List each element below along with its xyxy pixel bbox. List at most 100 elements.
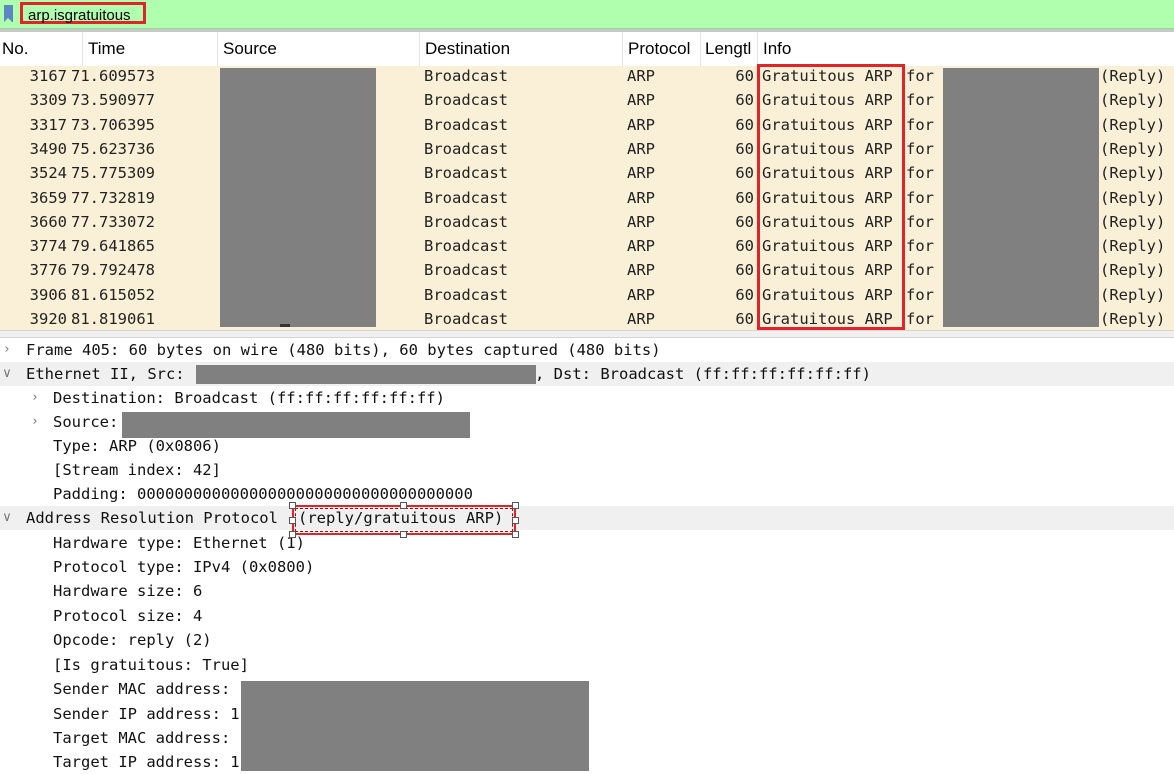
chevron-down-icon[interactable]: ∨	[0, 506, 14, 530]
arp-sender-mac: Sender MAC address:	[53, 680, 231, 698]
column-header-protocol[interactable]: Protocol	[623, 32, 701, 66]
redacted-source-column	[220, 68, 376, 327]
packet-destination: Broadcast	[424, 115, 508, 134]
bookmark-icon[interactable]	[4, 5, 13, 22]
tree-item-arp[interactable]: ∨ Address Resolution Protocol (reply/gra…	[0, 506, 1174, 530]
tree-item-eth-destination[interactable]: › Destination: Broadcast (ff:ff:ff:ff:ff…	[0, 386, 1174, 410]
redacted-eth-source	[122, 412, 470, 438]
arp-hardware-type: Hardware type: Ethernet (1)	[53, 534, 305, 552]
tree-item-proto-size[interactable]: Protocol size: 4	[0, 604, 1174, 628]
tree-item-eth-padding[interactable]: Padding: 0000000000000000000000000000000…	[0, 482, 1174, 506]
resize-handle[interactable]	[289, 531, 296, 538]
gratuitous-arp-highlight-box	[757, 64, 905, 330]
arp-sender-ip: Sender IP address: 1	[53, 705, 240, 723]
packet-protocol: ARP	[627, 285, 655, 304]
chevron-right-icon[interactable]: ›	[28, 386, 42, 410]
packet-protocol: ARP	[627, 188, 655, 207]
chevron-right-icon[interactable]: ›	[28, 410, 42, 434]
packet-protocol: ARP	[627, 139, 655, 158]
arp-protocol-size: Protocol size: 4	[53, 607, 203, 625]
redaction-artifact	[280, 324, 290, 327]
packet-protocol: ARP	[627, 164, 655, 183]
packet-protocol: ARP	[627, 261, 655, 280]
arp-target-mac: Target MAC address:	[53, 729, 231, 747]
packet-info-reply: (Reply)	[1100, 115, 1166, 134]
packet-list-header: No. Time Source Destination Protocol Len…	[0, 32, 1174, 66]
display-filter-input[interactable]: arp.isgratuitous	[20, 2, 146, 24]
column-header-destination[interactable]: Destination	[420, 32, 623, 66]
packet-time: 75.775309	[71, 164, 155, 183]
arp-opcode: Opcode: reply (2)	[53, 631, 212, 649]
packet-time: 77.733072	[71, 212, 155, 231]
packet-info-reply: (Reply)	[1100, 285, 1166, 304]
tree-item-is-gratuitous[interactable]: [Is gratuitous: True]	[0, 653, 1174, 677]
packet-info-for: for	[906, 188, 934, 207]
redacted-arp-addresses	[241, 681, 589, 771]
packet-destination: Broadcast	[424, 188, 508, 207]
column-header-length[interactable]: Lengtl	[701, 32, 758, 66]
tree-item-opcode[interactable]: Opcode: reply (2)	[0, 628, 1174, 652]
packet-time: 79.792478	[71, 261, 155, 280]
column-header-info[interactable]: Info	[758, 32, 1174, 66]
arp-protocol-type: Protocol type: IPv4 (0x0800)	[53, 558, 315, 576]
chevron-right-icon[interactable]: ›	[0, 338, 14, 362]
resize-handle[interactable]	[512, 531, 519, 538]
redacted-info-address	[943, 68, 1099, 327]
packet-info-reply: (Reply)	[1100, 67, 1166, 85]
tree-item-eth-stream[interactable]: [Stream index: 42]	[0, 458, 1174, 482]
tree-item-hw-size[interactable]: Hardware size: 6	[0, 579, 1174, 603]
resize-handle[interactable]	[289, 502, 296, 509]
packet-length: 60	[735, 115, 754, 134]
packet-length: 60	[735, 212, 754, 231]
ethernet-summary-prefix: Ethernet II, Src:	[26, 365, 185, 383]
packet-protocol: ARP	[627, 310, 655, 328]
packet-number: 3490	[29, 139, 67, 158]
packet-length: 60	[735, 188, 754, 207]
resize-handle[interactable]	[512, 502, 519, 509]
packet-number: 3524	[29, 164, 67, 183]
tree-item-ethernet[interactable]: ∨ Ethernet II, Src: , Dst: Broadcast (ff…	[0, 362, 1174, 386]
packet-length: 60	[735, 164, 754, 183]
packet-number: 3776	[29, 261, 67, 280]
resize-handle[interactable]	[289, 517, 296, 524]
column-header-no[interactable]: No.	[0, 32, 83, 66]
packet-protocol: ARP	[627, 115, 655, 134]
packet-info-for: for	[906, 261, 934, 280]
resize-handle[interactable]	[400, 531, 407, 538]
packet-info-for: for	[906, 67, 934, 85]
arp-annotation-highlight[interactable]	[289, 502, 519, 538]
packet-info-reply: (Reply)	[1100, 310, 1166, 328]
packet-info-reply: (Reply)	[1100, 261, 1166, 280]
column-header-time[interactable]: Time	[83, 32, 218, 66]
packet-length: 60	[735, 139, 754, 158]
packet-protocol: ARP	[627, 91, 655, 110]
arp-summary: Address Resolution Protocol	[26, 509, 278, 527]
packet-destination: Broadcast	[424, 91, 508, 110]
packet-destination: Broadcast	[424, 285, 508, 304]
packet-number: 3774	[29, 237, 67, 256]
packet-destination: Broadcast	[424, 261, 508, 280]
resize-handle[interactable]	[400, 502, 407, 509]
tree-item-frame[interactable]: › Frame 405: 60 bytes on wire (480 bits)…	[0, 338, 1174, 362]
resize-handle[interactable]	[512, 517, 519, 524]
chevron-down-icon[interactable]: ∨	[0, 362, 14, 386]
packet-destination: Broadcast	[424, 67, 508, 85]
packet-time: 77.732819	[71, 188, 155, 207]
tree-item-proto-type[interactable]: Protocol type: IPv4 (0x0800)	[0, 555, 1174, 579]
packet-info-reply: (Reply)	[1100, 188, 1166, 207]
packet-length: 60	[735, 237, 754, 256]
annotation-inner-border	[295, 508, 513, 532]
tree-item-hw-type[interactable]: Hardware type: Ethernet (1)	[0, 531, 1174, 555]
packet-info-for: for	[906, 139, 934, 158]
packet-time: 73.706395	[71, 115, 155, 134]
packet-time: 81.615052	[71, 285, 155, 304]
ethernet-summary-suffix: , Dst: Broadcast (ff:ff:ff:ff:ff:ff)	[535, 365, 871, 383]
pane-splitter[interactable]	[0, 330, 1174, 338]
packet-number: 3317	[29, 115, 67, 134]
eth-stream-index: [Stream index: 42]	[53, 461, 221, 479]
packet-info-for: for	[906, 164, 934, 183]
column-header-source[interactable]: Source	[218, 32, 420, 66]
packet-destination: Broadcast	[424, 310, 508, 328]
packet-length: 60	[735, 67, 754, 85]
arp-target-ip: Target IP address: 1	[53, 753, 240, 771]
